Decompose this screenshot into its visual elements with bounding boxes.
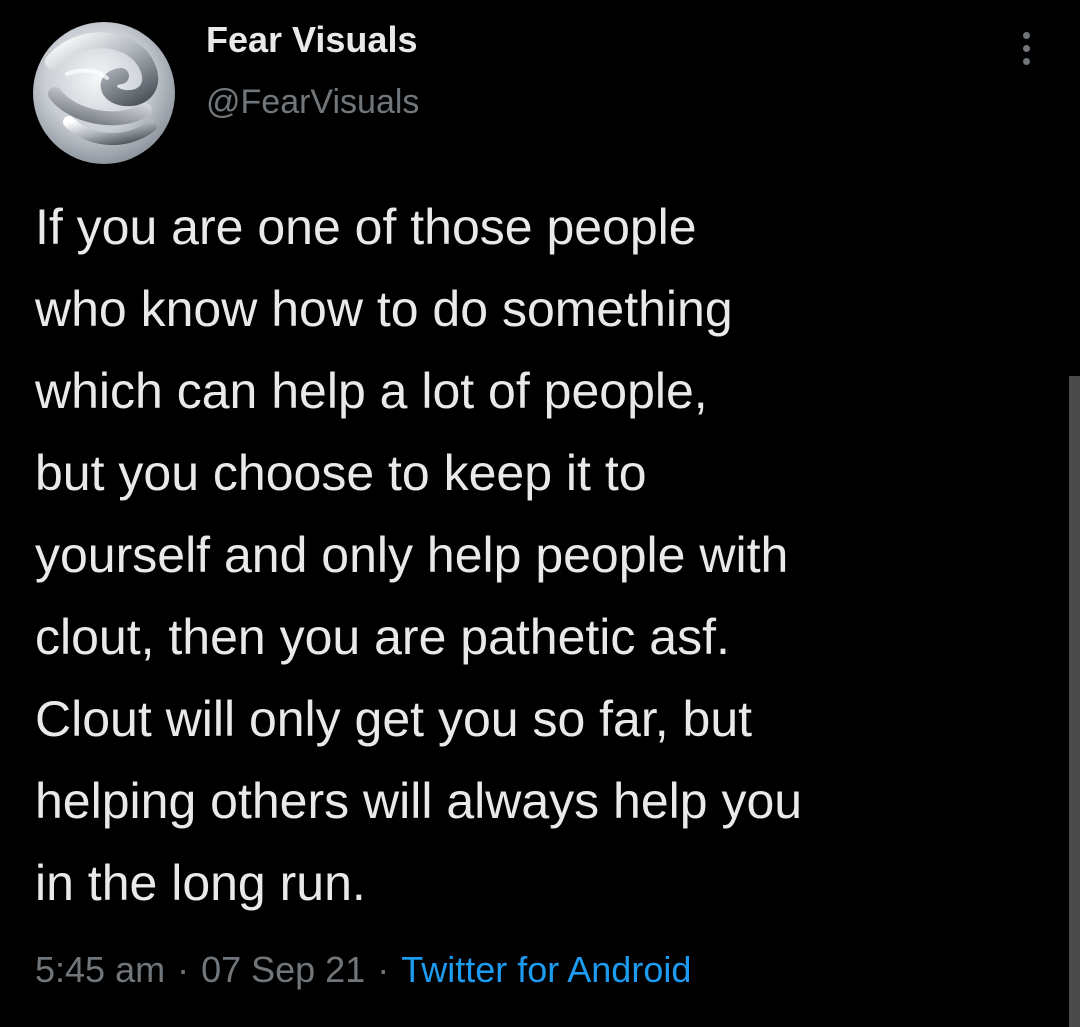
more-vertical-icon-dot	[1022, 57, 1030, 65]
tweet-source-link[interactable]: Twitter for Android	[401, 949, 691, 990]
user-handle[interactable]: @FearVisuals	[206, 80, 419, 124]
tweet-date[interactable]: 07 Sep 21	[201, 949, 365, 990]
tweet-text-line: which can help a lot of people,	[35, 363, 708, 419]
tweet-text-line: in the long run.	[35, 855, 366, 911]
tweet-text-line: clout, then you are pathetic asf.	[35, 609, 730, 665]
tweet: Fear Visuals @FearVisuals If you are one…	[0, 0, 1080, 1027]
tweet-time[interactable]: 5:45 am	[35, 949, 165, 990]
scrollbar[interactable]	[1069, 376, 1080, 1027]
tweet-text-line: If you are one of those people	[35, 199, 697, 255]
display-name[interactable]: Fear Visuals	[206, 16, 419, 64]
author-block: Fear Visuals @FearVisuals	[206, 16, 419, 124]
tweet-text-line: Clout will only get you so far, but	[35, 691, 753, 747]
avatar[interactable]	[33, 22, 175, 164]
more-vertical-icon	[1022, 31, 1030, 39]
tweet-text: If you are one of those people who know …	[35, 186, 1055, 924]
tweet-text-line: who know how to do something	[35, 281, 733, 337]
tweet-text-line: but you choose to keep it to	[35, 445, 647, 501]
tweet-text-line: yourself and only help people with	[35, 527, 789, 583]
meta-separator: ·	[177, 949, 190, 990]
meta-separator: ·	[377, 949, 390, 990]
tweet-text-line: helping others will always help you	[35, 773, 803, 829]
chrome-swirl-avatar-icon	[45, 32, 159, 145]
more-options-button[interactable]	[1006, 24, 1046, 72]
tweet-meta: 5:45 am · 07 Sep 21 · Twitter for Android	[35, 944, 691, 996]
more-vertical-icon-dot	[1022, 44, 1030, 52]
